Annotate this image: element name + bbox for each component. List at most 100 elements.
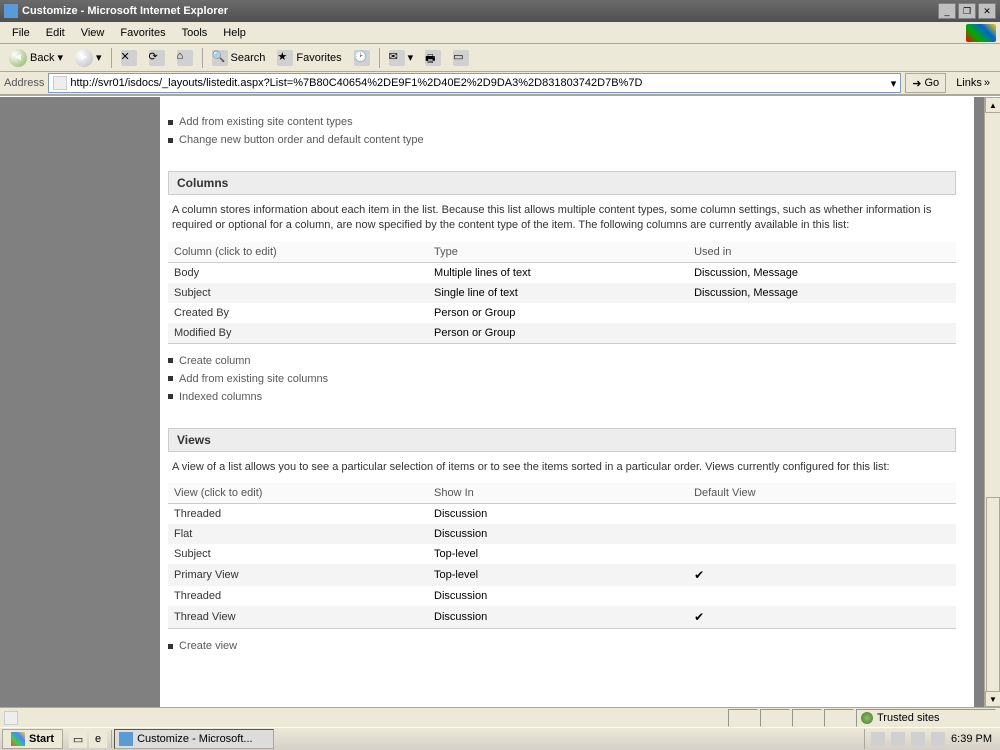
go-label: Go (925, 77, 940, 89)
start-button[interactable]: Start (2, 729, 63, 749)
column-action-2[interactable]: Indexed columns (168, 388, 956, 406)
menu-tools[interactable]: Tools (174, 25, 216, 41)
status-cell (760, 709, 790, 727)
window-title: Customize - Microsoft Internet Explorer (22, 5, 938, 17)
menu-edit[interactable]: Edit (38, 25, 73, 41)
zone-label: Trusted sites (877, 712, 940, 724)
action-link-label: Create column (179, 355, 251, 367)
view-name-link[interactable]: Primary View (168, 564, 428, 586)
system-tray: 6:39 PM (864, 729, 998, 749)
favorites-label: Favorites (296, 52, 341, 64)
clock[interactable]: 6:39 PM (951, 733, 992, 745)
toolbar-separator (111, 48, 112, 68)
view-showin: Discussion (428, 606, 688, 629)
view-name-link[interactable]: Threaded (168, 504, 428, 525)
tray-icon[interactable] (871, 732, 885, 746)
view-name-link[interactable]: Thread View (168, 606, 428, 629)
table-row: ThreadedDiscussion (168, 586, 956, 606)
views-th-view: View (click to edit) (168, 483, 428, 504)
scroll-down-button[interactable]: ▼ (985, 691, 1000, 707)
column-action-1[interactable]: Add from existing site columns (168, 370, 956, 388)
page-icon (4, 711, 18, 725)
column-action-0[interactable]: Create column (168, 352, 956, 370)
ie-quicklaunch-button[interactable]: e (89, 730, 107, 748)
view-name-link[interactable]: Flat (168, 524, 428, 544)
favorites-button[interactable]: ★ Favorites (272, 47, 346, 69)
mail-button[interactable]: ✉▾ (384, 47, 419, 69)
menu-favorites[interactable]: Favorites (112, 25, 173, 41)
taskbar-task-active[interactable]: Customize - Microsoft... (114, 729, 274, 749)
column-type: Multiple lines of text (428, 262, 688, 283)
forward-button[interactable]: ► ▾ (70, 47, 107, 69)
toolbar-separator (379, 48, 380, 68)
views-heading: Views (168, 428, 956, 452)
view-action-0[interactable]: Create view (168, 637, 956, 655)
tray-icon[interactable] (911, 732, 925, 746)
search-icon: 🔍 (212, 50, 228, 66)
star-icon: ★ (277, 50, 293, 66)
windows-flag-icon (11, 732, 25, 746)
home-icon: ⌂ (177, 50, 193, 66)
vertical-scrollbar[interactable]: ▲ ▼ (984, 97, 1000, 707)
chevron-down-icon[interactable]: ▾ (891, 77, 897, 90)
column-name-link[interactable]: Subject (168, 283, 428, 303)
menu-help[interactable]: Help (215, 25, 254, 41)
back-arrow-icon: ◄ (9, 49, 27, 67)
tray-icon[interactable] (931, 732, 945, 746)
ie-icon (119, 732, 133, 746)
columns-th-column: Column (click to edit) (168, 242, 428, 263)
address-input-wrapper[interactable]: ▾ (48, 73, 901, 93)
view-default: ✔ (688, 606, 956, 629)
page-content: Add from existing site content types Chan… (160, 97, 974, 707)
search-button[interactable]: 🔍 Search (207, 47, 271, 69)
content-type-action-0[interactable]: Add from existing site content types (168, 113, 956, 131)
address-input[interactable] (70, 77, 887, 89)
menu-file[interactable]: File (4, 25, 38, 41)
scroll-up-button[interactable]: ▲ (985, 97, 1000, 113)
column-type: Person or Group (428, 323, 688, 344)
view-name-link[interactable]: Threaded (168, 586, 428, 606)
refresh-button[interactable]: ⟳ (144, 47, 170, 69)
maximize-button[interactable]: ❐ (958, 3, 976, 19)
back-button[interactable]: ◄ Back ▾ (4, 47, 68, 69)
chevron-right-icon: » (984, 77, 990, 89)
action-link-label: Indexed columns (179, 391, 262, 403)
table-row: SubjectSingle line of textDiscussion, Me… (168, 283, 956, 303)
scroll-thumb[interactable] (986, 497, 1000, 697)
quick-launch: ▭ e (65, 730, 112, 748)
toolbar-separator (202, 48, 203, 68)
column-name-link[interactable]: Modified By (168, 323, 428, 344)
minimize-button[interactable]: _ (938, 3, 956, 19)
bullet-icon (168, 120, 173, 125)
columns-description: A column stores information about each i… (168, 195, 956, 242)
view-name-link[interactable]: Subject (168, 544, 428, 564)
chevron-down-icon: ▾ (96, 51, 102, 64)
home-button[interactable]: ⌂ (172, 47, 198, 69)
check-icon: ✔ (694, 610, 704, 624)
print-button[interactable]: 🖶 (420, 47, 446, 69)
menu-view[interactable]: View (73, 25, 113, 41)
edit-button[interactable]: ▭ (448, 47, 474, 69)
content-type-action-1[interactable]: Change new button order and default cont… (168, 131, 956, 149)
columns-th-usedin: Used in (688, 242, 956, 263)
links-button[interactable]: Links » (950, 77, 996, 89)
left-gutter (0, 97, 160, 707)
close-button[interactable]: ✕ (978, 3, 996, 19)
column-name-link[interactable]: Created By (168, 303, 428, 323)
action-link-label: Add from existing site columns (179, 373, 328, 385)
window-titlebar: Customize - Microsoft Internet Explorer … (0, 0, 1000, 22)
columns-heading: Columns (168, 171, 956, 195)
ie-status-bar: Trusted sites (0, 707, 1000, 727)
action-link-label: Add from existing site content types (179, 116, 353, 128)
show-desktop-button[interactable]: ▭ (69, 730, 87, 748)
tray-icon[interactable] (891, 732, 905, 746)
go-arrow-icon: ➜ (912, 77, 921, 90)
column-usedin: Discussion, Message (688, 262, 956, 283)
mail-icon: ✉ (389, 50, 405, 66)
stop-button[interactable]: ✕ (116, 47, 142, 69)
column-name-link[interactable]: Body (168, 262, 428, 283)
go-button[interactable]: ➜ Go (905, 73, 946, 93)
view-default (688, 586, 956, 606)
menu-bar: File Edit View Favorites Tools Help (0, 22, 1000, 44)
history-button[interactable]: 🕑 (349, 47, 375, 69)
